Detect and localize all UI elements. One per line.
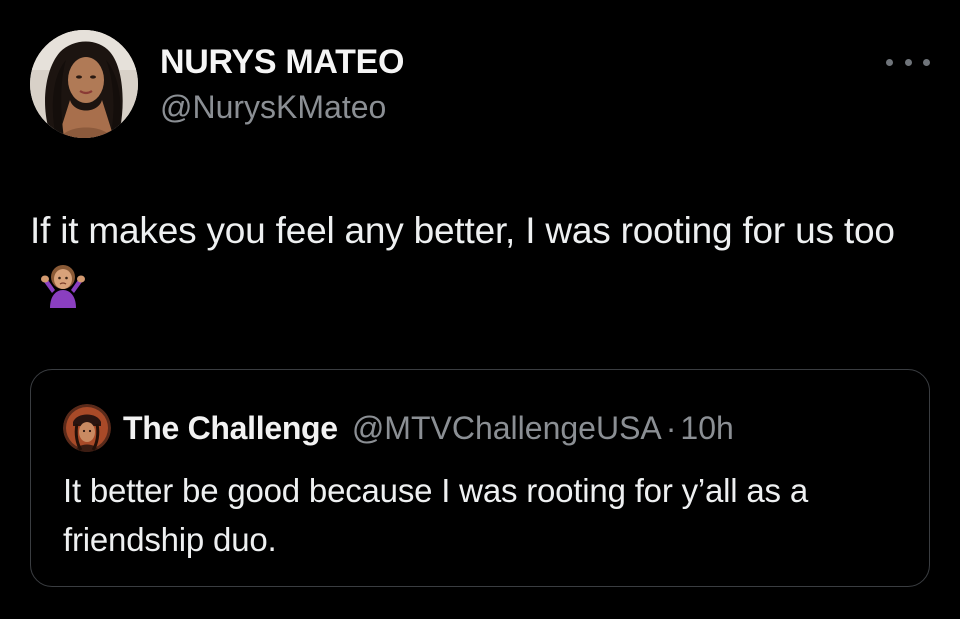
author-avatar[interactable] [30,30,138,138]
profile-photo-icon [30,30,138,138]
author-display-name[interactable]: NURYS MATEO [160,42,404,82]
author-handle[interactable]: @NurysKMateo [160,87,404,127]
quoted-tweet-text: It better be good because I was rooting … [63,472,808,558]
quoted-author-handle[interactable]: @MTVChallengeUSA [352,410,662,447]
author-info: NURYS MATEO @NurysKMateo [160,42,404,127]
more-dot [886,58,893,66]
person-shrugging-emoji-icon [40,262,86,323]
show-logo-icon [63,404,111,452]
quoted-tweet-timestamp[interactable]: 10h [680,410,733,447]
more-options-icon[interactable] [886,52,930,72]
quoted-author-display-name[interactable]: The Challenge [123,410,338,447]
header-separator: · [665,409,677,446]
more-dot [904,58,912,66]
tweet-text-content: If it makes you feel any better, I was r… [30,210,895,251]
quoted-author-avatar[interactable] [63,404,111,452]
tweet-text: If it makes you feel any better, I was r… [30,203,930,323]
tweet: NURYS MATEO @NurysKMateo If it makes you… [0,0,960,619]
quoted-tweet-card[interactable]: The Challenge @MTVChallengeUSA · 10h It … [30,369,930,587]
quoted-tweet-header: The Challenge @MTVChallengeUSA · 10h [63,404,734,452]
more-dot [923,58,930,66]
